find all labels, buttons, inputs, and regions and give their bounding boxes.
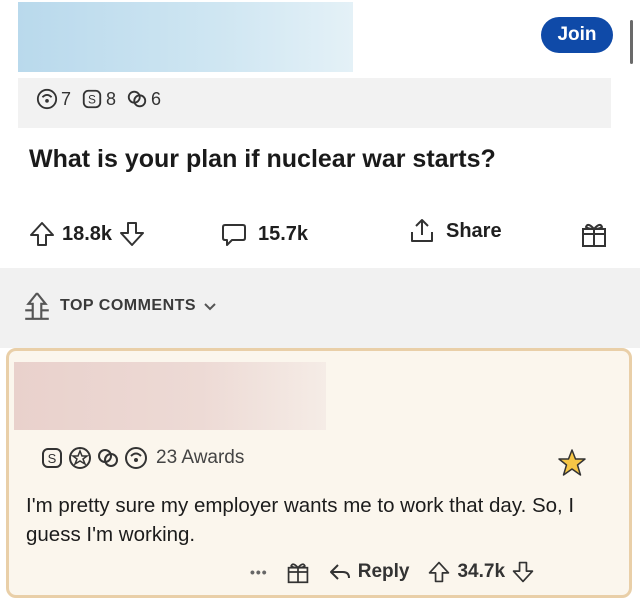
- reply-arrow-icon: [329, 564, 350, 580]
- comment-vote-group: 34.7k: [427, 560, 535, 584]
- sort-label: TOP COMMENTS: [60, 297, 197, 314]
- gold-award-icon: [69, 447, 91, 469]
- reply-button[interactable]: Reply: [328, 560, 410, 584]
- svg-text:S: S: [48, 451, 57, 466]
- comment-actions: ••• Reply 34.7k: [250, 560, 553, 584]
- vote-group: 18.8k: [28, 220, 146, 248]
- upvote-count: 18.8k: [62, 222, 113, 245]
- helpful-award-icon: [125, 447, 147, 469]
- gift-icon: [582, 223, 606, 247]
- wholesome-award[interactable]: 6: [126, 88, 161, 110]
- share-label: Share: [446, 219, 502, 242]
- top-rocket-icon: [25, 292, 49, 320]
- star-award[interactable]: [556, 447, 588, 484]
- upvote-arrow-icon[interactable]: [28, 220, 56, 248]
- svg-text:S: S: [88, 93, 96, 107]
- star-icon: [558, 449, 586, 476]
- comment-awards[interactable]: S 23 Awards: [40, 446, 244, 470]
- gift-icon: [287, 563, 309, 584]
- award-gift-button[interactable]: [580, 220, 608, 248]
- silver-award-icon: S: [42, 448, 62, 468]
- comment-score: 34.7k: [457, 561, 506, 582]
- silver-award[interactable]: S 8: [81, 88, 116, 110]
- blurred-username: [14, 362, 326, 430]
- upvote-arrow-icon[interactable]: [427, 560, 451, 584]
- downvote-arrow-icon[interactable]: [511, 560, 535, 584]
- blurred-subreddit-header: [18, 2, 353, 72]
- comment-awards-label: 23 Awards: [156, 447, 245, 468]
- more-options-button[interactable]: •••: [250, 564, 268, 580]
- comments-button[interactable]: 15.7k: [220, 220, 308, 248]
- wholesome-award-icon: [98, 449, 118, 467]
- join-button[interactable]: Join: [541, 17, 613, 53]
- silver-award-icon: S: [82, 89, 102, 109]
- comment-body: I'm pretty sure my employer wants me to …: [26, 494, 575, 546]
- comment-count: 15.7k: [258, 222, 309, 245]
- post-title[interactable]: What is your plan if nuclear war starts?: [29, 145, 496, 174]
- sort-comments-dropdown[interactable]: TOP COMMENTS: [22, 291, 218, 321]
- share-icon: [411, 219, 433, 242]
- comment-gift-button[interactable]: [286, 560, 310, 584]
- comment-bubble-icon: [222, 224, 246, 246]
- downvote-arrow-icon[interactable]: [118, 220, 146, 248]
- helpful-award-icon: [36, 88, 58, 110]
- scrollbar[interactable]: [630, 20, 633, 64]
- share-button[interactable]: Share: [408, 217, 502, 245]
- chevron-down-icon: [204, 303, 216, 311]
- helpful-award[interactable]: 7: [36, 88, 71, 110]
- reply-label: Reply: [357, 561, 410, 582]
- post-awards: 7 S 8 6: [36, 88, 171, 110]
- wholesome-award-icon: [127, 90, 147, 108]
